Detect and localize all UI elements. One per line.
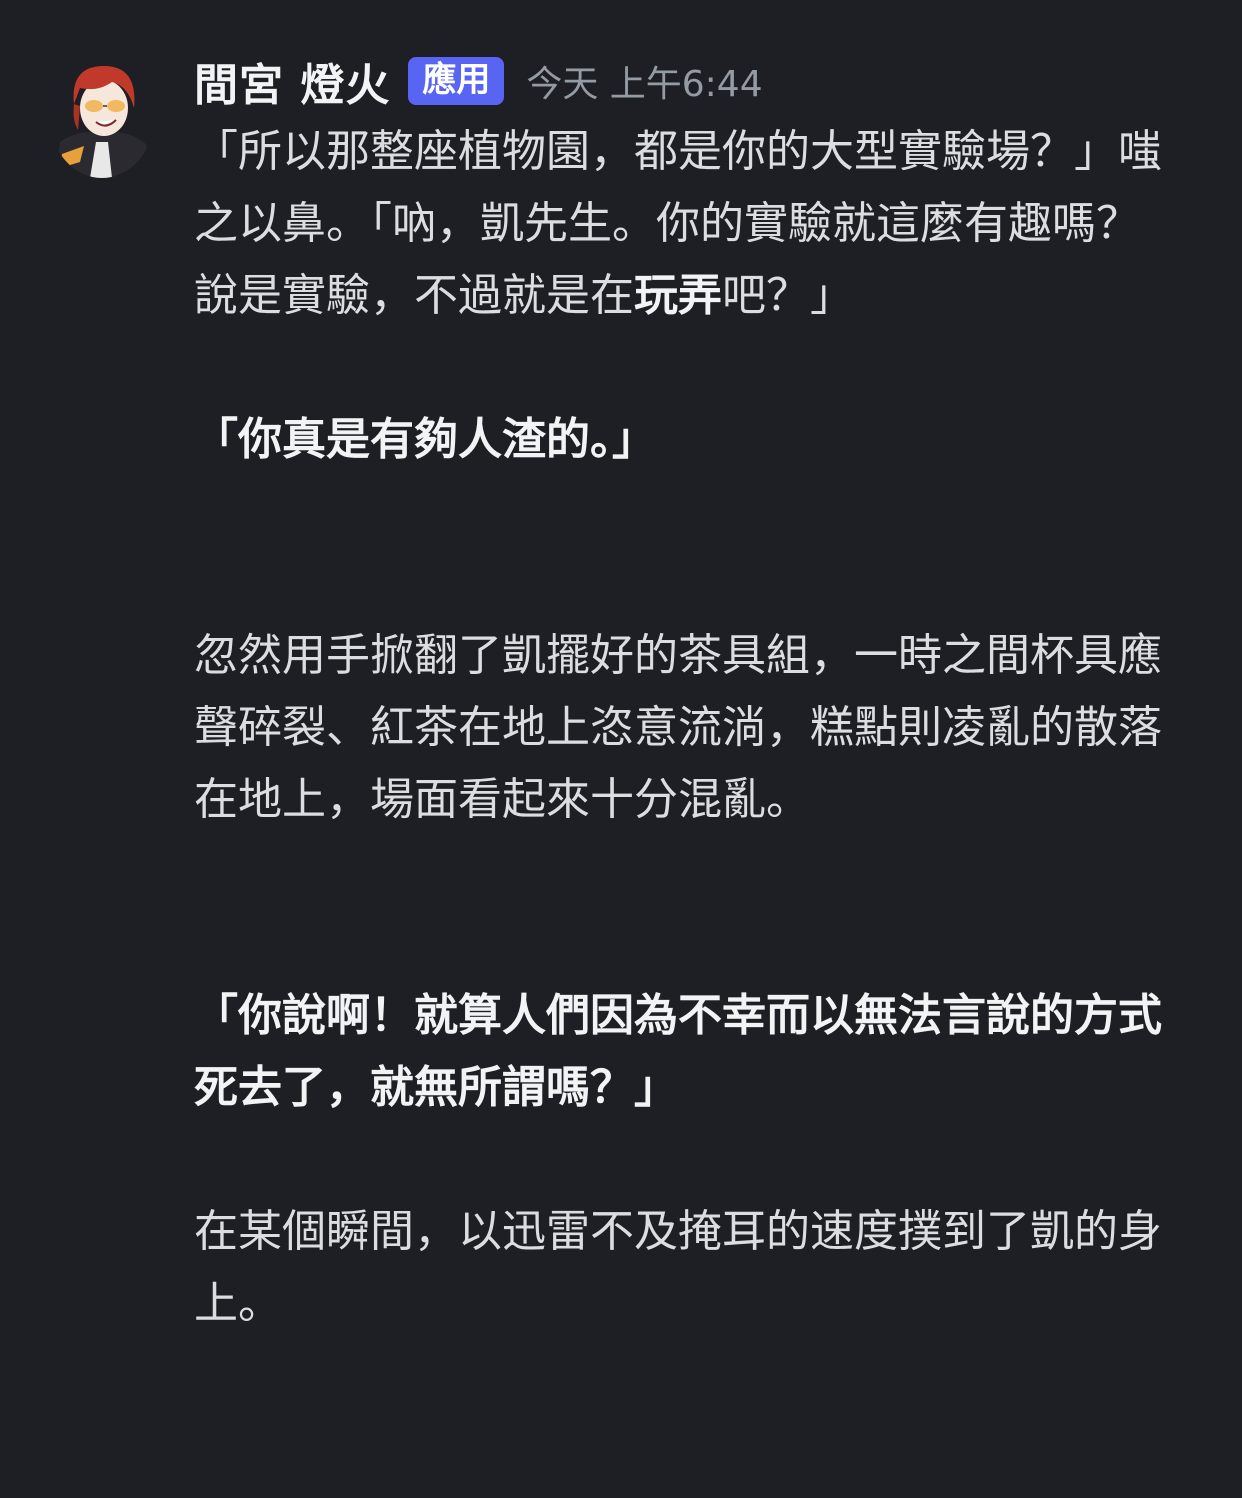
- message-paragraph-5: 在某個瞬間，以迅雷不及掩耳的速度撲到了凱的身上。: [194, 1206, 1162, 1329]
- message-paragraph-2: 「你真是有夠人渣的。」: [194, 414, 656, 465]
- chat-message: 間宮 燈火 應用 今天 上午6:44 「所以那整座植物園，都是你的大型實驗場？」…: [0, 0, 1242, 1498]
- bold-text: 玩弄: [634, 270, 722, 321]
- paragraph-text: 吧？」: [722, 270, 854, 321]
- message-content: 「所以那整座植物園，都是你的大型實驗場？」嗤之以鼻。「吶，凱先生。你的實驗就這麼…: [194, 116, 1174, 1340]
- timestamp[interactable]: 今天 上午6:44: [526, 55, 762, 107]
- message-paragraph-3: 忽然用手掀翻了凱擺好的茶具組，一時之間杯具應聲碎裂、紅茶在地上恣意流淌，糕點則凌…: [194, 630, 1162, 825]
- message-header: 間宮 燈火 應用 今天 上午6:44: [194, 50, 763, 112]
- app-badge: 應用: [408, 57, 505, 105]
- avatar[interactable]: [50, 58, 154, 178]
- username[interactable]: 間宮 燈火: [194, 49, 390, 113]
- message-paragraph-4: 「你說啊！就算人們因為不幸而以無法言說的方式死去了，就無所謂嗎？」: [194, 990, 1162, 1113]
- message-paragraph-1: 「所以那整座植物園，都是你的大型實驗場？」嗤之以鼻。「吶，凱先生。你的實驗就這麼…: [194, 116, 1174, 332]
